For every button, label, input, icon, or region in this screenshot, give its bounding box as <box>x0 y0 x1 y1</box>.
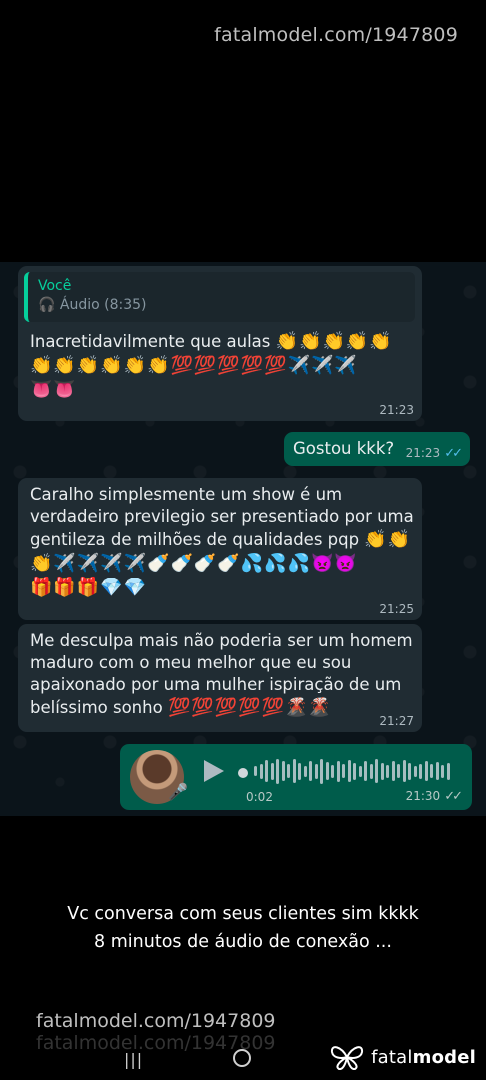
waveform-bar <box>331 764 334 778</box>
message-text: Caralho simplesmente um show é um <box>30 485 343 504</box>
chat-area: Você 🎧 Áudio (8:35) Inacretidavilmente q… <box>0 262 486 816</box>
message-text: Me desculpa mais não poderia ser um home… <box>30 631 413 650</box>
delivered-ticks-icon: ✓✓ <box>444 789 463 804</box>
waveform-bar <box>391 761 395 781</box>
logo-word-bold: model <box>412 1046 476 1068</box>
message-time: 21:25 <box>379 602 414 616</box>
logo-word-light: fatal <box>371 1046 413 1068</box>
message-emoji: 👏👏👏👏👏 <box>275 331 393 352</box>
waveform-bar <box>353 762 356 780</box>
play-icon[interactable] <box>204 760 224 782</box>
watermark-bottom: fatalmodel.com/1947809 <box>36 1010 276 1032</box>
read-ticks-icon: ✓✓ <box>444 446 463 461</box>
waveform-bar <box>276 758 279 784</box>
waveform-bar <box>320 758 323 784</box>
voice-duration: 0:02 <box>246 790 273 804</box>
message-emoji: 👅👅 <box>30 379 77 400</box>
recent-apps-button[interactable]: ||| <box>124 1050 143 1069</box>
quoted-author: Você <box>38 278 72 294</box>
home-circle-icon[interactable] <box>233 1049 251 1067</box>
waveform-bar <box>358 765 362 777</box>
message-text: verdadeiro previlegio ser presentiado po… <box>30 507 414 526</box>
caption-line: 8 minutos de áudio de conexão ... <box>94 932 392 952</box>
waveform-bar <box>369 763 373 779</box>
message-bubble-incoming[interactable]: Me desculpa mais não poderia ser um home… <box>18 624 422 732</box>
microphone-icon: 🎤 <box>168 782 188 801</box>
message-emoji: 👏👏 <box>364 529 412 550</box>
waveform-bar <box>254 766 257 776</box>
message-text: Gostou kkk? <box>293 439 395 458</box>
message-emoji: 👏👏👏👏👏👏💯💯💯💯💯✈️✈️✈️ <box>30 355 358 376</box>
waveform-bar <box>430 764 433 778</box>
message-bubble-incoming[interactable]: Você 🎧 Áudio (8:35) Inacretidavilmente q… <box>18 266 422 421</box>
headphones-icon: 🎧 <box>38 297 56 313</box>
voice-message-bubble[interactable]: 🎤 0:02 21:30 ✓✓ <box>120 744 472 810</box>
quoted-audio: 🎧 Áudio (8:35) <box>38 295 415 315</box>
message-bubble-outgoing[interactable]: Gostou kkk? 21:23 ✓✓ <box>284 432 470 466</box>
waveform-bar <box>397 764 400 778</box>
waveform-bar <box>380 762 384 780</box>
message-emoji: 💯💯💯💯💯🌋🌋 <box>167 697 332 718</box>
waveform-bar <box>336 760 340 782</box>
audio-waveform[interactable] <box>254 756 454 786</box>
message-time: 21:30 <box>405 789 441 803</box>
playback-scrubber[interactable] <box>238 768 248 778</box>
waveform-bar <box>325 762 329 780</box>
quoted-audio-label: Áudio (8:35) <box>59 297 147 313</box>
message-text: Inacretidavilmente que aulas <box>30 332 271 351</box>
caption-line: Vc conversa com seus clientes sim kkkk <box>67 904 419 924</box>
message-text: gentileza de milhões de qualidades pqp <box>30 530 360 549</box>
waveform-bar <box>413 765 417 777</box>
waveform-bar <box>265 760 268 782</box>
waveform-bar <box>364 761 367 781</box>
quoted-reply[interactable]: Você 🎧 Áudio (8:35) <box>24 272 415 322</box>
message-text: maduro com o meu melhor que eu sou <box>30 653 352 672</box>
waveform-bar <box>270 762 274 780</box>
waveform-bar <box>309 761 312 781</box>
waveform-bar <box>342 764 345 778</box>
watermark-top: fatalmodel.com/1947809 <box>214 24 458 46</box>
message-emoji: 👏✈️✈️✈️✈️🍼🍼🍼🍼💦💦💦👿👿 <box>30 553 358 574</box>
message-time: 21:23 <box>379 403 414 417</box>
waveform-bar <box>402 760 406 782</box>
waveform-bar <box>303 765 307 777</box>
message-text: belíssimo sonho <box>30 698 163 717</box>
waveform-bar <box>424 761 428 781</box>
waveform-bar <box>386 764 389 778</box>
message-meta: 21:30 ✓✓ <box>405 789 463 804</box>
butterfly-logo-icon <box>331 1046 364 1070</box>
waveform-bar <box>259 763 263 779</box>
message-meta: 21:23 ✓✓ <box>405 446 463 461</box>
waveform-bar <box>347 760 351 782</box>
message-time: 21:27 <box>379 714 414 728</box>
waveform-bar <box>435 762 439 780</box>
message-bubble-incoming[interactable]: Caralho simplesmente um show é um verdad… <box>18 478 422 620</box>
waveform-bar <box>314 763 318 779</box>
fatalmodel-logo: fatalmodel <box>329 1044 476 1070</box>
waveform-bar <box>281 761 285 781</box>
waveform-bar <box>408 762 411 780</box>
message-text: apaixonado por uma mulher ispiração de u… <box>30 675 402 694</box>
message-emoji: 🎁🎁🎁💎💎 <box>30 577 148 598</box>
waveform-bar <box>419 763 422 779</box>
waveform-bar <box>298 762 301 780</box>
system-navigation-bar: ||| fatalmodel <box>0 1032 486 1080</box>
waveform-bar <box>446 762 450 780</box>
waveform-bar <box>292 759 296 783</box>
message-time: 21:23 <box>405 446 441 460</box>
waveform-bar <box>287 764 290 778</box>
caption: Vc conversa com seus clientes sim kkkk 8… <box>0 900 486 956</box>
waveform-bar <box>375 759 378 783</box>
waveform-bar <box>441 764 444 778</box>
